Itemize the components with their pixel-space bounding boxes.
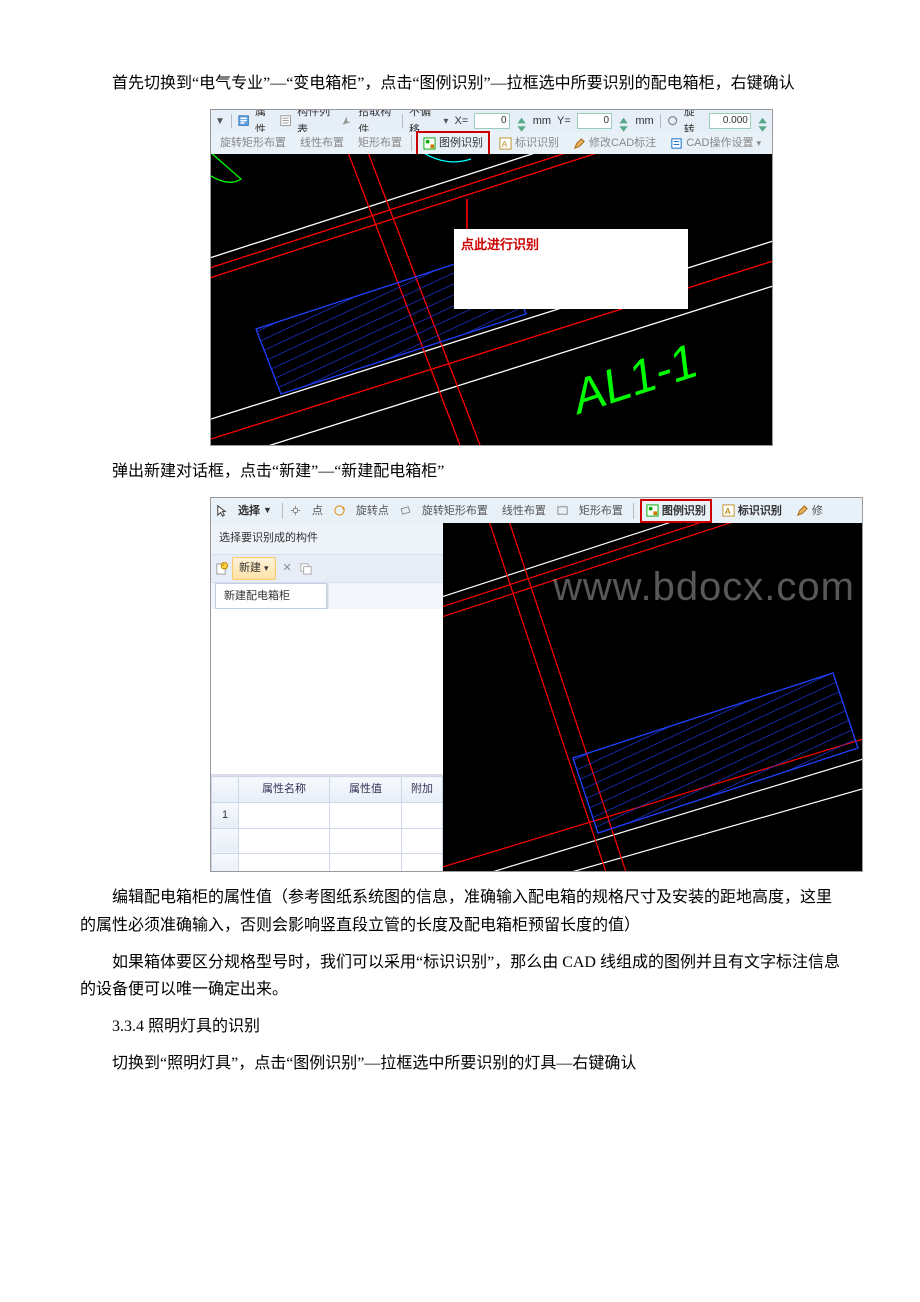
rot-point-icon <box>333 504 346 517</box>
delete-button[interactable]: ✕ <box>280 559 295 578</box>
fig1-toolbar-1: ▼ 属性 构件列表 拾取构件 不偏移 ▾ X= 0 <box>211 110 772 133</box>
figure-1: ▼ 属性 构件列表 拾取构件 不偏移 ▾ X= 0 <box>210 109 773 446</box>
new-icon: * <box>215 562 228 575</box>
callout-box: 点此进行识别 <box>454 229 688 309</box>
list-icon <box>280 115 291 128</box>
line-layout-btn[interactable]: 线性布置 <box>498 501 550 522</box>
fig2-canvas[interactable]: www.bdocx.com <box>443 523 862 871</box>
dropdown-item-new-cabinet[interactable]: 新建配电箱柜 <box>216 584 326 609</box>
row-number: 1 <box>212 803 239 829</box>
mark-rec-icon: A <box>499 137 512 150</box>
line-layout-btn[interactable]: 线性布置 <box>295 133 349 154</box>
edit-cad-icon <box>573 137 586 150</box>
pick-icon <box>341 115 352 128</box>
edit-cad-btn[interactable]: 修改CAD标注 <box>568 133 661 154</box>
legend-rec-icon <box>423 137 436 150</box>
rect-icon <box>556 504 569 517</box>
watermark-text: www.bdocx.com <box>553 553 855 621</box>
cursor-icon <box>215 504 228 517</box>
fig1-toolbar-2: 旋转矩形布置 线性布置 矩形布置 图例识别 A 标识识别 修改CAD标注 <box>211 132 772 155</box>
edit-icon <box>796 504 809 517</box>
angle-input[interactable]: 0.000 <box>709 113 751 129</box>
cad-ops-icon <box>670 137 683 150</box>
component-tree[interactable] <box>211 609 443 775</box>
paragraph-6: 切换到“照明灯具”，点击“图例识别”—拉框选中所要识别的灯具—右键确认 <box>80 1050 840 1077</box>
rect-layout-btn[interactable]: 矩形布置 <box>575 501 627 522</box>
edit-btn[interactable]: 修 <box>792 501 827 522</box>
spinner-icon[interactable] <box>757 115 768 128</box>
properties-icon <box>238 115 249 128</box>
point-icon <box>289 504 302 517</box>
rect-layout-btn[interactable]: 矩形布置 <box>353 133 407 154</box>
svg-text:A: A <box>725 507 731 517</box>
paragraph-5: 3.3.4 照明灯具的识别 <box>80 1013 840 1040</box>
svg-text:A: A <box>502 139 508 149</box>
fig2-toolbar: 选择 ▼ 点 旋转点 旋转矩形布置 线性布置 矩形布置 图例识别 A 标识识 <box>211 498 862 524</box>
mm-label: mm <box>635 112 653 131</box>
rotate-icon <box>667 115 678 128</box>
x-input[interactable]: 0 <box>474 113 509 129</box>
select-btn[interactable]: 选择 ▼ <box>234 501 276 522</box>
new-button[interactable]: 新建 ▾ <box>232 557 276 580</box>
legend-recognize-btn[interactable]: 图例识别 <box>416 131 490 156</box>
rotate-rect-btn[interactable]: 旋转矩形布置 <box>215 133 291 154</box>
mark-rec-icon: A <box>722 504 735 517</box>
point-btn[interactable]: 点 <box>308 501 327 522</box>
table-row[interactable] <box>212 853 443 872</box>
spinner-icon[interactable] <box>516 115 527 128</box>
table-row[interactable] <box>212 828 443 853</box>
col-prop-name: 属性名称 <box>239 777 330 803</box>
panel-title: 选择要识别成的构件 <box>211 523 443 555</box>
paragraph-4: 如果箱体要区分规格型号时，我们可以采用“标识识别”，那么由 CAD 线组成的图例… <box>80 949 840 1003</box>
dropdown-icon[interactable]: ▼ <box>215 113 225 130</box>
copy-icon[interactable] <box>299 562 312 575</box>
callout-text: 点此进行识别 <box>461 237 539 252</box>
paragraph-2: 弹出新建对话框，点击“新建”—“新建配电箱柜” <box>80 458 840 485</box>
rot-rect-icon <box>399 504 412 517</box>
legend-recognize-btn[interactable]: 图例识别 <box>640 499 712 524</box>
rot-rect-btn[interactable]: 旋转矩形布置 <box>418 501 492 522</box>
mm-label: mm <box>533 112 551 131</box>
col-prop-value: 属性值 <box>329 777 401 803</box>
fig1-canvas[interactable]: 点此进行识别 AL1-1 ↖ <box>211 154 772 445</box>
x-label: X= <box>454 112 468 131</box>
legend-rec-icon <box>646 504 659 517</box>
new-dropdown: 新建配电箱柜 <box>215 583 327 610</box>
paragraph-3: 编辑配电箱柜的属性值（参考图纸系统图的信息，准确输入配电箱的规格尺寸及安装的距地… <box>80 884 840 938</box>
table-row[interactable]: 1 <box>212 803 443 829</box>
rot-point-btn[interactable]: 旋转点 <box>352 501 393 522</box>
cad-ops-btn[interactable]: CAD操作设置 ▾ <box>665 133 766 154</box>
figure-2: 选择 ▼ 点 旋转点 旋转矩形布置 线性布置 矩形布置 图例识别 A 标识识 <box>210 497 863 872</box>
dropdown-icon[interactable]: ▾ <box>443 113 448 130</box>
spinner-icon[interactable] <box>618 115 629 128</box>
mark-recognize-btn[interactable]: A 标识识别 <box>494 133 564 154</box>
mark-recognize-btn[interactable]: A 标识识别 <box>718 501 786 522</box>
panel-toolbar: * 新建 ▾ ✕ <box>211 555 443 583</box>
col-additional: 附加 <box>402 777 443 803</box>
paragraph-1: 首先切换到“电气专业”—“变电箱柜”，点击“图例识别”—拉框选中所要识别的配电箱… <box>80 70 840 97</box>
fig2-side-panel: 选择要识别成的构件 * 新建 ▾ ✕ 新建配电箱柜 <box>211 523 444 871</box>
y-label: Y= <box>557 112 571 131</box>
property-table: 属性名称 属性值 附加 1 <box>211 775 443 872</box>
y-input[interactable]: 0 <box>577 113 612 129</box>
